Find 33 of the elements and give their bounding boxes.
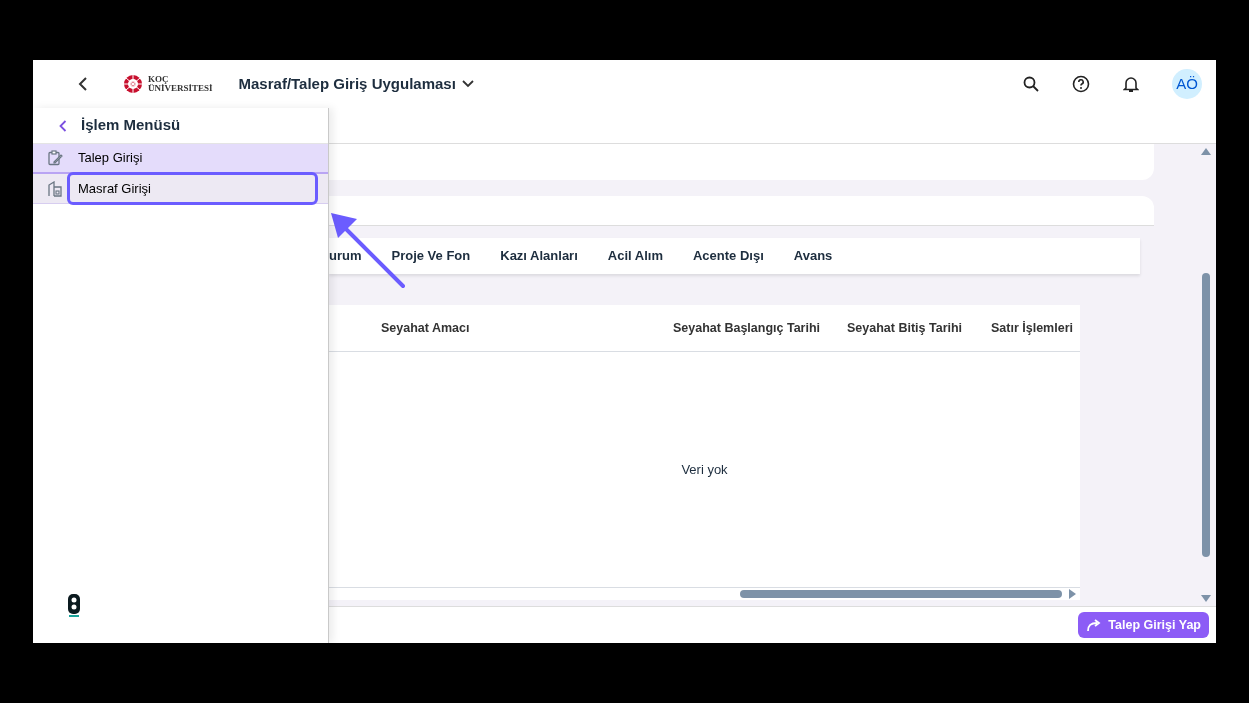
submit-request-button[interactable]: Talep Girişi Yap: [1078, 611, 1209, 639]
empty-table-message: Veri yok: [681, 460, 728, 479]
scroll-up-icon[interactable]: [1201, 148, 1211, 155]
logo-text: ÜNİVERSİTESİ: [148, 84, 213, 93]
building-icon: [47, 180, 63, 197]
clipboard-pencil-icon: [47, 150, 63, 166]
column-header: Seyahat Amacı: [381, 319, 471, 337]
chevron-left-icon: [78, 77, 88, 91]
menu-item[interactable]: Masraf Girişi: [33, 174, 328, 204]
tab[interactable]: Kazı Alanları: [500, 246, 578, 266]
chevron-left-icon: [59, 119, 67, 132]
help-icon: [1072, 75, 1090, 93]
vertical-scrollbar-thumb[interactable]: [1202, 273, 1210, 557]
scroll-down-icon[interactable]: [1201, 595, 1211, 602]
tab[interactable]: urum: [329, 246, 362, 266]
forward-arrow-icon: [1086, 618, 1103, 632]
logo-icon: [121, 74, 145, 94]
menu-item[interactable]: Talep Girişi: [33, 144, 328, 174]
logo-text: KOÇ: [148, 75, 170, 84]
bell-icon: [1123, 75, 1139, 93]
user-avatar[interactable]: AÖ: [1172, 69, 1202, 99]
tab[interactable]: Acente Dışı: [692, 246, 764, 266]
scroll-right-icon[interactable]: [1068, 589, 1076, 599]
tab[interactable]: Acil Alım: [607, 246, 663, 266]
column-header: Seyahat Bitiş Tarihi: [847, 319, 964, 337]
horizontal-scrollbar-thumb[interactable]: [740, 590, 1062, 598]
tab[interactable]: Avans: [793, 246, 833, 266]
menu-title: İşlem Menüsü: [81, 115, 181, 136]
column-header: Satır İşlemleri: [991, 319, 1073, 337]
search-icon: [1023, 76, 1039, 92]
tab[interactable]: Proje Ve Fon: [391, 246, 471, 266]
column-header: Seyahat Başlangıç Tarihi: [673, 319, 822, 337]
app-title: Masraf/Talep Giriş Uygulaması: [238, 73, 456, 94]
